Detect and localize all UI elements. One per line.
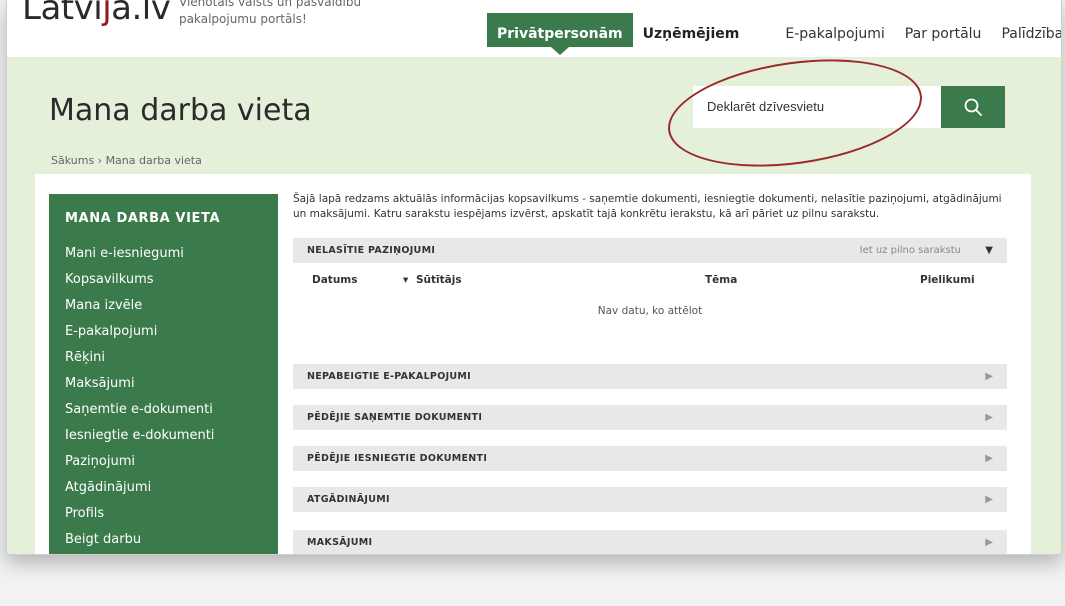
- section-label: NEPABEIGTIE E-PAKALPOJUMI: [307, 371, 472, 382]
- sidebar-title: MANA DARBA VIETA: [65, 211, 221, 226]
- sidebar-item-reminders[interactable]: Atgādinājumi: [65, 475, 214, 501]
- sidebar-item-my-choice[interactable]: Mana izvēle: [65, 293, 214, 319]
- site-logo[interactable]: Latvija.lv: [22, 0, 171, 28]
- caret-right-icon[interactable]: ▶: [985, 364, 993, 389]
- section-label: MAKSĀJUMI: [307, 537, 373, 548]
- section-label: ATGĀDINĀJUMI: [307, 494, 390, 505]
- sidebar-item-profile[interactable]: Profils: [65, 501, 214, 527]
- logo-j-mark: j: [102, 0, 112, 28]
- browser-page: Latvija.lv Vienotais valsts un pašvaldīb…: [6, 0, 1062, 555]
- column-attachments[interactable]: Pielikumi: [920, 270, 975, 290]
- sidebar-item-notifications[interactable]: Paziņojumi: [65, 449, 214, 475]
- search-input[interactable]: [693, 86, 941, 128]
- sidebar-menu: Mani e-iesniegumi Kopsavilkums Mana izvē…: [65, 241, 214, 553]
- nav-private-persons[interactable]: Privātpersonām: [487, 13, 633, 55]
- page-title: Mana darba vieta: [49, 93, 312, 128]
- sidebar-item-summary[interactable]: Kopsavilkums: [65, 267, 214, 293]
- sidebar-item-my-applications[interactable]: Mani e-iesniegumi: [65, 241, 214, 267]
- sidebar-item-invoices[interactable]: Rēķini: [65, 345, 214, 371]
- section-reminders[interactable]: ATGĀDINĀJUMI ▶: [293, 487, 1007, 512]
- section-label: NELASĪTIE PAZIŅOJUMI: [307, 245, 436, 256]
- caret-down-icon[interactable]: ▼: [985, 238, 993, 263]
- section-payments[interactable]: MAKSĀJUMI ▶: [293, 530, 1007, 554]
- main-content: Šajā lapā redzams aktuālās informācijas …: [293, 193, 1009, 554]
- search-button[interactable]: [941, 86, 1005, 128]
- caret-right-icon[interactable]: ▶: [985, 487, 993, 512]
- logo-text-b: a.lv: [111, 0, 171, 28]
- section-last-received-documents[interactable]: PĒDĒJIE SAŅEMTIE DOKUMENTI ▶: [293, 405, 1007, 430]
- section-last-submitted-documents[interactable]: PĒDĒJIE IESNIEGTIE DOKUMENTI ▶: [293, 446, 1007, 471]
- sort-indicator-icon: ▾: [403, 274, 409, 286]
- logo-text-a: Latvi: [22, 0, 103, 28]
- site-header: Latvija.lv Vienotais valsts un pašvaldīb…: [7, 0, 1061, 57]
- column-sender[interactable]: Sūtītājs: [416, 270, 462, 290]
- section-unread-notifications[interactable]: NELASĪTIE PAZIŅOJUMI Iet uz pilno saraks…: [293, 238, 1007, 263]
- caret-right-icon[interactable]: ▶: [985, 446, 993, 471]
- column-date[interactable]: Datums: [312, 270, 358, 290]
- nav-e-services[interactable]: E-pakalpojumi: [775, 13, 894, 47]
- nav-businesses[interactable]: Uzņēmējiem: [633, 13, 776, 47]
- caret-right-icon[interactable]: ▶: [985, 530, 993, 554]
- column-topic[interactable]: Tēma: [705, 270, 737, 290]
- sidebar-item-payments[interactable]: Maksājumi: [65, 371, 214, 397]
- notifications-table-header: Datums ▾ Sūtītājs Tēma Pielikumi: [293, 270, 1007, 290]
- sidebar: MANA DARBA VIETA Mani e-iesniegumi Kopsa…: [49, 194, 278, 554]
- intro-text: Šajā lapā redzams aktuālās informācijas …: [293, 193, 1002, 220]
- search-icon: [964, 98, 982, 116]
- section-label: PĒDĒJIE SAŅEMTIE DOKUMENTI: [307, 412, 483, 423]
- nav-help[interactable]: Palīdzība: [991, 13, 1061, 47]
- sidebar-item-e-services[interactable]: E-pakalpojumi: [65, 319, 214, 345]
- nav-about[interactable]: Par portālu: [895, 13, 992, 47]
- site-tagline: Vienotais valsts un pašvaldību pakalpoju…: [179, 0, 362, 26]
- breadcrumb[interactable]: Sākums › Mana darba vieta: [51, 154, 202, 167]
- content-panel: MANA DARBA VIETA Mani e-iesniegumi Kopsa…: [35, 174, 1031, 554]
- hero-band: Mana darba vieta Sākums › Mana darba vie…: [7, 44, 1061, 554]
- sidebar-item-log-out[interactable]: Beigt darbu: [65, 527, 214, 553]
- sidebar-item-received-documents[interactable]: Saņemtie e-dokumenti: [65, 397, 214, 423]
- caret-right-icon[interactable]: ▶: [985, 405, 993, 430]
- full-list-link[interactable]: Iet uz pilno sarakstu: [860, 238, 961, 263]
- section-unfinished-e-services[interactable]: NEPABEIGTIE E-PAKALPOJUMI ▶: [293, 364, 1007, 389]
- section-label: PĒDĒJIE IESNIEGTIE DOKUMENTI: [307, 453, 488, 464]
- sidebar-item-submitted-documents[interactable]: Iesniegtie e-dokumenti: [65, 423, 214, 449]
- main-nav: Privātpersonām Uzņēmējiem E-pakalpojumi …: [487, 13, 1061, 57]
- empty-state-message: Nav datu, ko attēlot: [597, 305, 703, 317]
